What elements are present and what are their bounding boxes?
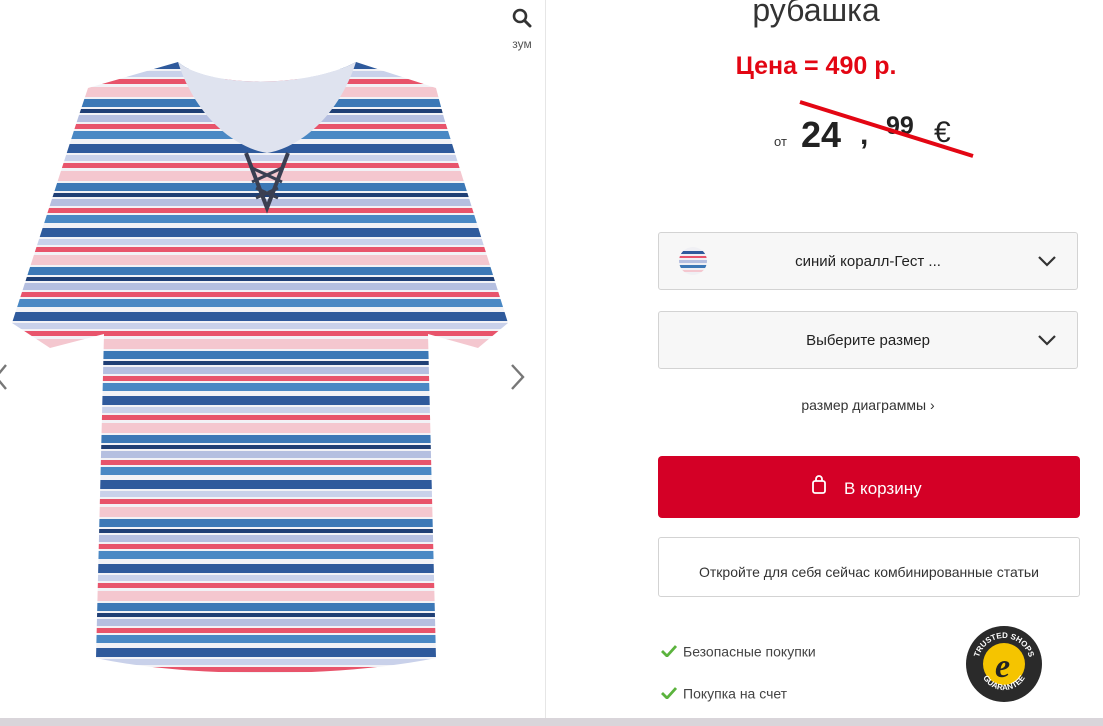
size-chart-link[interactable]: размер диаграммы ›	[658, 397, 1078, 413]
add-to-cart-button[interactable]: В корзину	[658, 456, 1080, 518]
color-select-label: синий коралл-Гест ...	[795, 253, 941, 270]
zoom-button[interactable]: зум	[505, 8, 539, 51]
chevron-down-icon	[1038, 335, 1056, 346]
price-note: Цена = 490 р.	[735, 52, 897, 80]
price-strike-line	[799, 100, 974, 158]
add-to-cart-label: В корзину	[844, 479, 922, 498]
product-image	[12, 62, 508, 673]
product-title: рубашка	[752, 0, 880, 28]
product-gallery: зум	[0, 0, 546, 726]
combined-articles-button[interactable]: Откройте для себя сейчас комбинированные…	[658, 537, 1080, 597]
feature-invoice: Покупка на счет	[661, 684, 787, 701]
search-icon	[512, 8, 532, 28]
svg-text:e: e	[995, 648, 1010, 685]
chevron-down-icon	[1038, 256, 1056, 267]
chevron-left-icon[interactable]	[0, 362, 8, 392]
check-icon	[661, 687, 677, 700]
price-prefix: от	[774, 134, 787, 149]
size-select-label: Выберите размер	[806, 332, 930, 349]
shopping-bag-icon	[812, 475, 826, 494]
feature-secure-shopping: Безопасные покупки	[661, 642, 816, 659]
bottom-bar	[0, 718, 1103, 726]
color-select[interactable]: синий коралл-Гест ...	[658, 232, 1078, 290]
trusted-shops-badge[interactable]: e TRUSTED SHOPS GUARANTEE	[964, 620, 1044, 708]
size-select[interactable]: Выберите размер	[658, 311, 1078, 369]
check-icon	[661, 645, 677, 658]
combined-articles-label: Откройте для себя сейчас комбинированные…	[699, 564, 1039, 580]
zoom-label: зум	[512, 37, 532, 51]
